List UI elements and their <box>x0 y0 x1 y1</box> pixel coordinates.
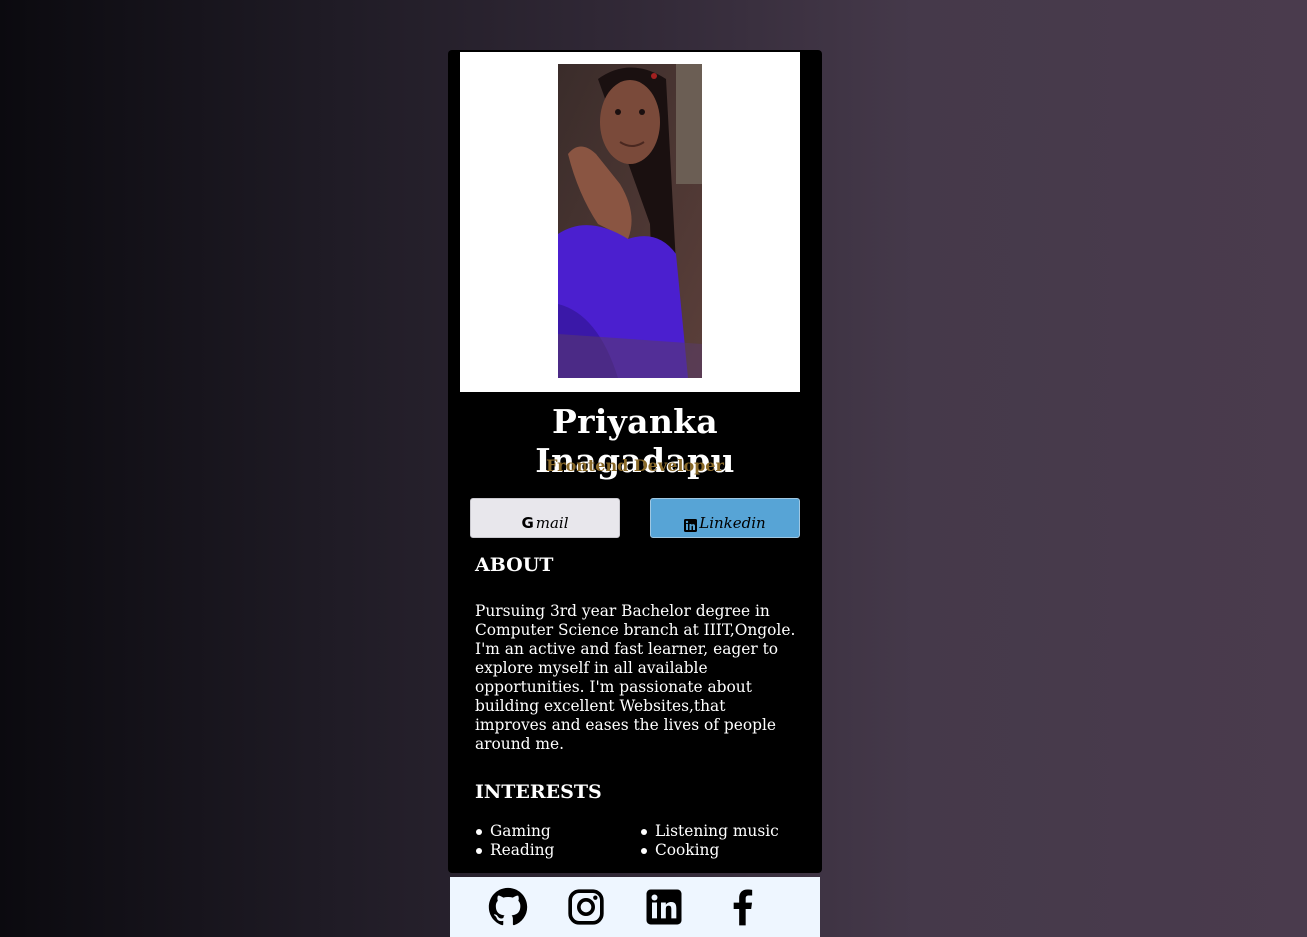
profile-role: Frontend Developer <box>546 456 724 475</box>
google-icon: G <box>521 514 534 532</box>
linkedin-icon[interactable] <box>644 887 684 927</box>
profile-card: Priyanka Inagadapu Frontend Developer Gm… <box>448 50 822 873</box>
interest-item: Gaming <box>475 822 640 841</box>
instagram-icon[interactable] <box>566 887 606 927</box>
interest-item: Cooking <box>640 841 805 860</box>
interest-item: Listening music <box>640 822 805 841</box>
gmail-button-label: mail <box>535 514 569 532</box>
gmail-button[interactable]: Gmail <box>470 498 620 538</box>
social-footer <box>450 877 820 937</box>
linkedin-icon <box>684 519 698 532</box>
facebook-icon[interactable] <box>722 887 762 927</box>
photo-frame <box>460 52 800 392</box>
github-icon[interactable] <box>488 887 528 927</box>
linkedin-button-label: Linkedin <box>699 514 766 532</box>
profile-photo <box>558 64 702 378</box>
about-title: ABOUT <box>475 554 554 576</box>
linkedin-button[interactable]: Linkedin <box>650 498 800 538</box>
interests-list: Gaming Listening music Reading Cooking <box>475 822 805 860</box>
interest-item: Reading <box>475 841 640 860</box>
about-text: Pursuing 3rd year Bachelor degree in Com… <box>475 602 796 753</box>
interests-title: INTERESTS <box>475 781 602 803</box>
